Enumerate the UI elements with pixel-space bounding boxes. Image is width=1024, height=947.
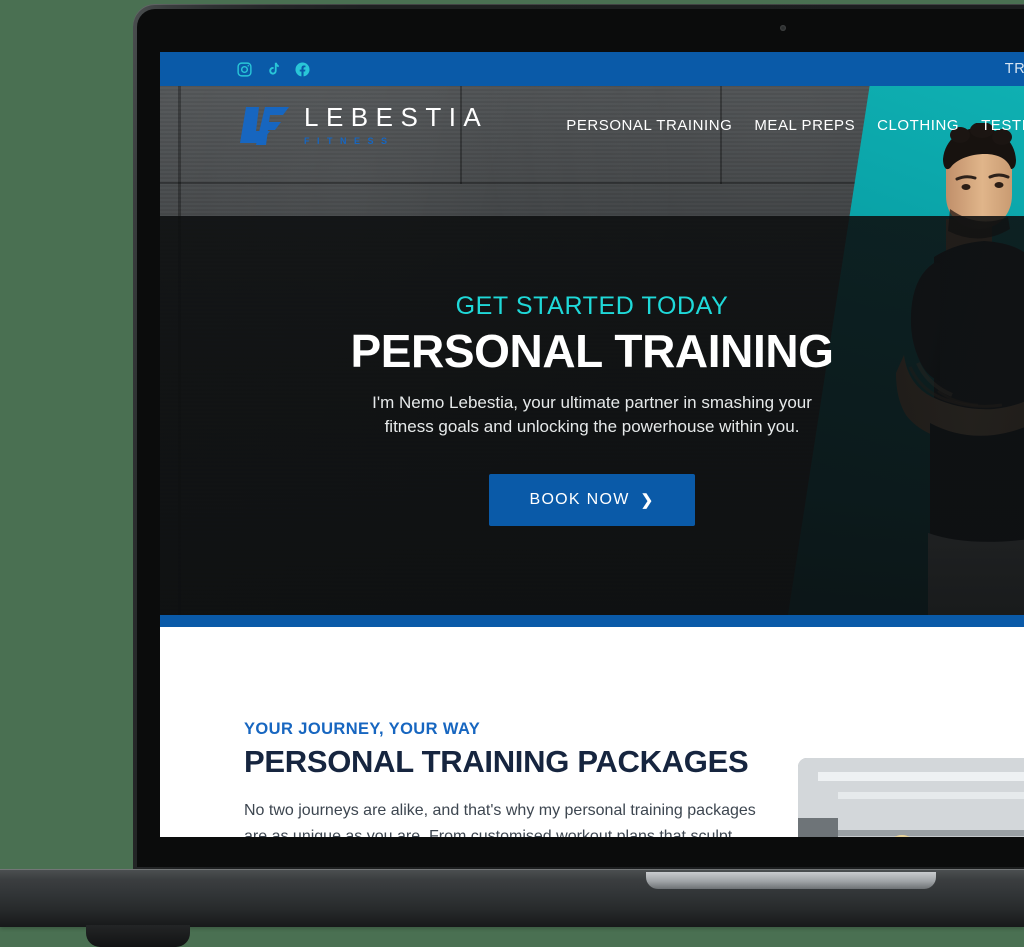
screenshot-stage: TRANSFORM [0,0,1024,947]
nav-links: PERSONAL TRAINING MEAL PREPS CLOTHING TE… [566,117,1024,134]
site-logo[interactable]: LEBESTIA FITNESS [240,104,488,146]
webcam-icon [780,25,786,31]
packages-copy: YOUR JOURNEY, YOUR WAY PERSONAL TRAINING… [244,720,764,837]
site-navigation: LEBESTIA FITNESS PERSONAL TRAINING MEAL … [160,86,1024,164]
logo-subtext: FITNESS [304,136,395,146]
website-page: TRANSFORM [160,52,1024,837]
gym-team-photo [798,758,1024,837]
hero-section: LEBESTIA FITNESS PERSONAL TRAINING MEAL … [160,86,1024,615]
nav-item-clothing[interactable]: CLOTHING [877,117,959,134]
logo-wordmark: LEBESTIA [304,102,489,132]
tiktok-icon[interactable] [265,61,282,78]
packages-eyebrow: YOUR JOURNEY, YOUR WAY [244,720,481,738]
laptop-screen: TRANSFORM [160,52,1024,837]
nav-item-testimonials[interactable]: TESTIMONIA [981,117,1024,134]
laptop-foot [86,925,190,947]
packages-body: No two journeys are alike, and that's wh… [244,802,756,837]
hero-eyebrow: GET STARTED TODAY [455,292,729,320]
nav-item-meal-preps[interactable]: MEAL PREPS [754,117,855,134]
laptop-base-notch [646,872,936,889]
hero-content: GET STARTED TODAY PERSONAL TRAINING I'm … [160,292,1024,526]
hero-subtitle: I'm Nemo Lebestia, your ultimate partner… [372,393,812,437]
hero-title: PERSONAL TRAINING [350,325,834,377]
instagram-icon[interactable] [236,61,253,78]
social-links [236,61,311,78]
book-now-button[interactable]: BOOK NOW ❯ [489,473,695,526]
lf-monogram-icon [240,107,289,145]
nav-item-personal-training[interactable]: PERSONAL TRAINING [566,117,732,134]
packages-title: PERSONAL TRAINING PACKAGES [244,744,749,779]
top-utility-bar: TRANSFORM [160,52,1024,86]
topbar-tagline: TRANSFORM [1004,61,1024,77]
book-now-label: BOOK NOW [529,490,630,508]
chevron-right-icon: ❯ [640,491,655,509]
facebook-icon[interactable] [294,61,311,78]
section-divider [160,615,1024,627]
packages-section: YOUR JOURNEY, YOUR WAY PERSONAL TRAINING… [160,627,1024,837]
